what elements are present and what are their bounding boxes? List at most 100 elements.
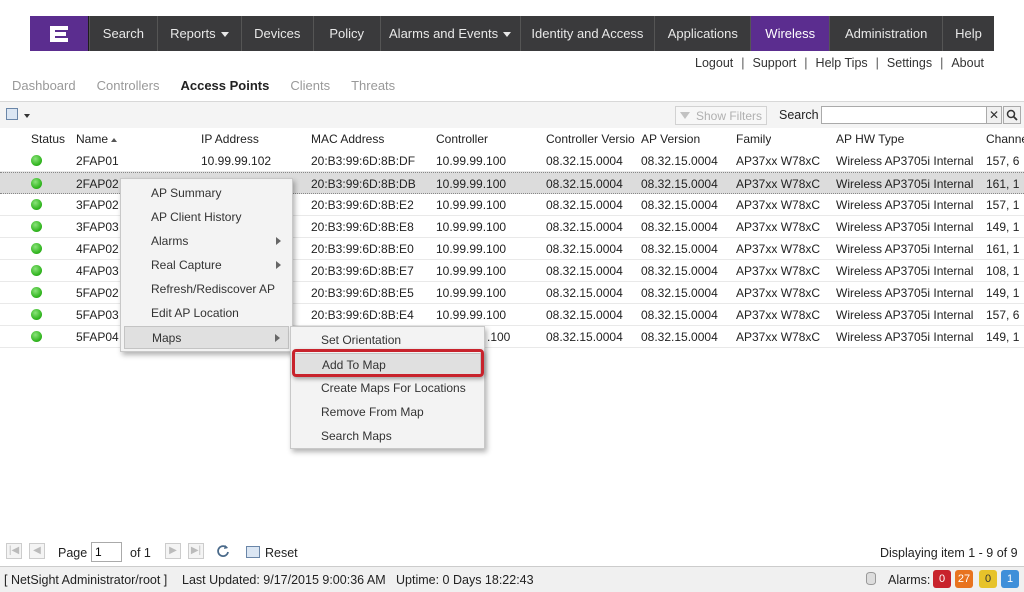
col-ap-version[interactable]: AP Version [641,132,700,146]
help-tips-link[interactable]: Help Tips [816,56,868,70]
submenu-arrow-icon [276,261,281,269]
page-label: Page [58,546,88,560]
maps-submenu: Set Orientation Add To Map Create Maps F… [290,326,485,449]
nav-applications[interactable]: Applications [654,16,750,51]
nav-policy[interactable]: Policy [312,16,380,51]
magnifier-icon[interactable] [1003,106,1021,124]
status-up-icon [31,221,42,232]
user-info: [ NetSight Administrator/root ] [4,573,168,587]
search-input[interactable] [821,106,987,124]
logout-link[interactable]: Logout [695,56,733,70]
col-status[interactable]: Status [31,132,65,146]
tab-controllers[interactable]: Controllers [97,78,160,93]
link-separator: | [940,56,944,70]
grid-options-icon[interactable] [6,108,18,120]
nav-identity-and-access[interactable]: Identity and Access [519,16,655,51]
cell-name: 4FAP03 [76,264,119,278]
tab-threats[interactable]: Threats [351,78,395,93]
displaying-count: Displaying item 1 - 9 of 9 [880,546,1018,560]
cell-ctrl-version: 08.32.15.0004 [546,154,623,168]
highlight-annotation [292,349,484,377]
nav-search[interactable]: Search [88,16,157,51]
settings-link[interactable]: Settings [887,56,932,70]
last-page-icon[interactable]: ▶| [188,543,204,559]
submenu-arrow-icon [275,334,280,342]
col-controller-version[interactable]: Controller Versio [546,132,636,146]
cell-ctrl-version: 08.32.15.0004 [546,198,623,212]
first-page-icon[interactable]: |◀ [6,543,22,559]
menu-item-label: Alarms [151,234,189,248]
nav-devices[interactable]: Devices [240,16,313,51]
col-family[interactable]: Family [736,132,771,146]
nav-alarms-label: Alarms and Events [389,26,499,41]
cell-mac: 20:B3:99:6D:8B:DF [311,154,416,168]
show-filters-button[interactable]: Show Filters [675,106,767,125]
previous-page-icon[interactable]: ◀ [29,543,45,559]
refresh-icon[interactable] [216,544,230,558]
menu-item-label: Search Maps [321,429,392,443]
col-ap-hw-type[interactable]: AP HW Type [836,132,904,146]
menu-item-label: Real Capture [151,258,222,272]
col-name[interactable]: Name [76,132,118,146]
nav-administration[interactable]: Administration [829,16,942,51]
chevron-down-icon[interactable] [24,114,30,118]
chevron-down-icon [220,32,229,37]
nav-reports[interactable]: Reports [156,16,241,51]
status-up-icon [31,155,42,166]
col-channel[interactable]: Channe [986,132,1024,146]
alarm-critical-badge[interactable]: 0 [933,570,951,588]
close-icon[interactable]: ✕ [986,106,1002,124]
cell-hw-type: Wireless AP3705i Internal [836,286,974,300]
cell-controller: .100 [487,330,511,344]
cell-ap-version: 08.32.15.0004 [641,308,718,322]
menu-item-remove-from-map[interactable]: Remove From Map [294,401,481,424]
menu-item-ap-summary[interactable]: AP Summary [124,182,289,205]
cell-name: 3FAP03 [76,220,119,234]
database-icon[interactable] [866,572,876,585]
menu-item-label: Refresh/Rediscover AP [151,282,276,296]
col-ip-address[interactable]: IP Address [201,132,259,146]
cell-controller: 10.99.99.100 [436,177,507,191]
menu-item-create-maps-for-locations[interactable]: Create Maps For Locations [294,377,481,400]
tab-dashboard[interactable]: Dashboard [12,78,76,93]
cell-channel: 161, 1 [986,177,1020,191]
reset-button[interactable]: Reset [265,546,298,560]
cell-hw-type: Wireless AP3705i Internal [836,308,974,322]
cell-channel: 149, 1 [986,330,1020,344]
menu-item-real-capture[interactable]: Real Capture [124,254,289,277]
status-up-icon [31,331,42,342]
col-controller[interactable]: Controller [436,132,488,146]
nav-help[interactable]: Help [942,16,994,51]
menu-item-refresh-rediscover[interactable]: Refresh/Rediscover AP [124,278,289,301]
alarm-error-badge[interactable]: 27 [955,570,973,588]
filter-icon [680,112,690,119]
cell-controller: 10.99.99.100 [436,242,507,256]
alarm-warning-badge[interactable]: 0 [979,570,997,588]
status-up-icon [31,287,42,298]
menu-item-search-maps[interactable]: Search Maps [294,425,481,448]
tab-clients[interactable]: Clients [290,78,330,93]
submenu-arrow-icon [276,237,281,245]
cell-ap-version: 08.32.15.0004 [641,220,718,234]
next-page-icon[interactable]: ▶ [165,543,181,559]
col-mac-address[interactable]: MAC Address [311,132,384,146]
cell-family: AP37xx W78xC [736,264,821,278]
cell-family: AP37xx W78xC [736,242,821,256]
nav-wireless[interactable]: Wireless [750,16,830,51]
reset-icon[interactable] [246,546,260,558]
menu-item-ap-client-history[interactable]: AP Client History [124,206,289,229]
menu-item-alarms[interactable]: Alarms [124,230,289,253]
page-number-input[interactable] [91,542,122,562]
nav-identity-label: Identity and Access [531,26,644,41]
table-row[interactable]: 2FAP01 10.99.99.102 20:B3:99:6D:8B:DF 10… [0,150,1024,172]
tab-access-points[interactable]: Access Points [180,78,269,93]
alarm-info-badge[interactable]: 1 [1001,570,1019,588]
cell-ctrl-version: 08.32.15.0004 [546,330,623,344]
menu-item-maps[interactable]: Maps [124,326,289,349]
about-link[interactable]: About [951,56,984,70]
menu-item-edit-ap-location[interactable]: Edit AP Location [124,302,289,325]
nav-alarms-and-events[interactable]: Alarms and Events [379,16,520,51]
cell-mac: 20:B3:99:6D:8B:E8 [311,220,414,234]
extreme-logo-icon[interactable] [30,16,89,51]
support-link[interactable]: Support [753,56,797,70]
